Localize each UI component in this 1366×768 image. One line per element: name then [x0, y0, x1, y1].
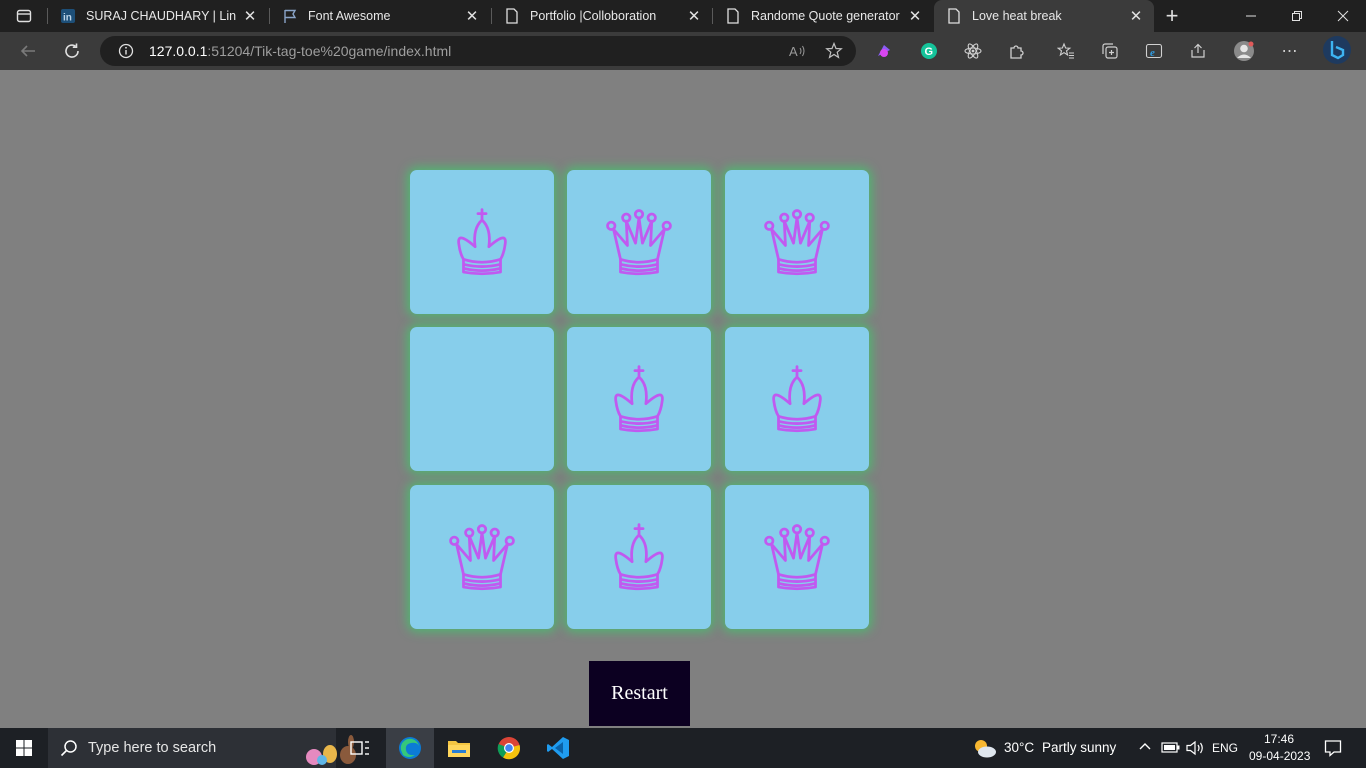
taskbar-search-box[interactable]: Type here to search: [48, 728, 356, 768]
board-cell[interactable]: [725, 170, 869, 314]
board-cell[interactable]: [567, 485, 711, 629]
windows-taskbar: Type here to search 30°C Partly sunny EN…: [0, 728, 1366, 768]
task-view-icon[interactable]: [336, 728, 384, 768]
profile-avatar[interactable]: [1232, 39, 1256, 63]
refresh-icon[interactable]: [60, 39, 84, 63]
new-tab-button[interactable]: +: [1160, 3, 1184, 28]
tab-title: Portfolio |Colloboration: [530, 9, 657, 23]
minimize-button[interactable]: [1228, 0, 1274, 32]
react-devtools-icon[interactable]: [961, 39, 985, 63]
browser-tab-strip: in SURAJ CHAUDHARY | LinkedIn ✕ Font Awe…: [0, 0, 1366, 32]
queen-crown-icon: [606, 209, 672, 276]
grammarly-icon[interactable]: G: [917, 39, 941, 63]
bing-chat-icon[interactable]: [1322, 35, 1352, 65]
volume-icon[interactable]: [1186, 740, 1206, 759]
clock-time[interactable]: 17:46: [1264, 732, 1294, 746]
king-crown-icon: [614, 523, 664, 591]
tab-portfolio[interactable]: Portfolio |Colloboration ✕: [492, 0, 712, 32]
queen-crown-icon: [764, 209, 830, 276]
board-cell[interactable]: [410, 327, 554, 471]
close-icon[interactable]: ✕: [242, 8, 258, 25]
clock-date[interactable]: 09-04-2023: [1249, 749, 1310, 763]
svg-text:G: G: [925, 46, 934, 58]
search-icon: [60, 739, 78, 762]
board-cell[interactable]: [725, 485, 869, 629]
battery-icon[interactable]: [1161, 740, 1181, 757]
collections-icon[interactable]: [1098, 39, 1122, 63]
url-path: :51204/Tik-tag-toe%20game/index.html: [207, 43, 452, 59]
page-icon: [725, 8, 741, 24]
url-text: 127.0.0.1:51204/Tik-tag-toe%20game/index…: [149, 43, 451, 59]
start-button[interactable]: [0, 728, 48, 768]
vscode-icon[interactable]: [534, 728, 582, 768]
favorites-icon[interactable]: [1054, 39, 1078, 63]
board-cell[interactable]: [410, 485, 554, 629]
notifications-icon[interactable]: [1324, 739, 1342, 760]
tab-title: SURAJ CHAUDHARY | LinkedIn: [86, 9, 236, 23]
page-icon: [504, 8, 520, 24]
search-placeholder: Type here to search: [88, 740, 217, 756]
queen-crown-icon: [449, 524, 515, 591]
king-crown-icon: [772, 365, 822, 433]
chrome-icon[interactable]: [485, 728, 533, 768]
restart-button[interactable]: Restart: [589, 661, 690, 726]
page-icon: [946, 8, 962, 24]
ie-mode-icon[interactable]: e: [1142, 39, 1166, 63]
tab-actions-icon[interactable]: [12, 4, 36, 28]
extensions-puzzle-icon[interactable]: [1005, 39, 1029, 63]
restore-button[interactable]: [1274, 0, 1320, 32]
board-cell[interactable]: [567, 327, 711, 471]
svg-text:in: in: [63, 13, 72, 24]
flag-icon: [282, 8, 298, 24]
weather-description[interactable]: Partly sunny: [1042, 740, 1116, 755]
close-icon[interactable]: ✕: [907, 8, 923, 25]
address-bar[interactable]: 127.0.0.1:51204/Tik-tag-toe%20game/index…: [100, 36, 856, 66]
linkedin-icon: in: [60, 8, 76, 24]
chevron-up-icon[interactable]: [1138, 740, 1152, 757]
close-icon[interactable]: ✕: [464, 8, 480, 25]
svg-text:e: e: [1150, 47, 1155, 59]
close-window-button[interactable]: [1320, 0, 1366, 32]
extension-icon[interactable]: [872, 39, 896, 63]
weather-icon[interactable]: [970, 736, 998, 765]
tab-title: Font Awesome: [308, 9, 391, 23]
board-cell[interactable]: [567, 170, 711, 314]
weather-temp[interactable]: 30°C: [1004, 740, 1034, 755]
tab-quote-generator[interactable]: Randome Quote generator ✕: [713, 0, 933, 32]
back-arrow-icon[interactable]: [16, 39, 40, 63]
board-cell[interactable]: [410, 170, 554, 314]
file-explorer-icon[interactable]: [435, 728, 483, 768]
tab-linkedin[interactable]: in SURAJ CHAUDHARY | LinkedIn ✕: [48, 0, 268, 32]
browser-toolbar: 127.0.0.1:51204/Tik-tag-toe%20game/index…: [0, 32, 1366, 70]
tab-love-heat-break[interactable]: Love heat break ✕: [934, 0, 1154, 32]
board-cell[interactable]: [725, 327, 869, 471]
edge-taskbar-icon[interactable]: [386, 728, 434, 768]
tab-title: Love heat break: [972, 9, 1062, 23]
info-icon[interactable]: [114, 39, 138, 63]
queen-crown-icon: [764, 524, 830, 591]
king-crown-icon: [457, 208, 507, 276]
close-icon[interactable]: ✕: [686, 8, 702, 25]
share-icon[interactable]: [1186, 39, 1210, 63]
king-crown-icon: [614, 365, 664, 433]
add-favorite-icon[interactable]: [822, 39, 846, 63]
read-aloud-icon[interactable]: A: [786, 39, 810, 63]
tab-font-awesome[interactable]: Font Awesome ✕: [270, 0, 490, 32]
url-host: 127.0.0.1: [149, 43, 208, 59]
more-menu-icon[interactable]: ⋯: [1278, 39, 1302, 63]
language-indicator[interactable]: ENG: [1212, 741, 1238, 755]
close-icon[interactable]: ✕: [1128, 8, 1144, 25]
tab-title: Randome Quote generator: [751, 9, 900, 23]
game-page: Restart: [0, 70, 1366, 728]
svg-text:A: A: [789, 44, 798, 59]
